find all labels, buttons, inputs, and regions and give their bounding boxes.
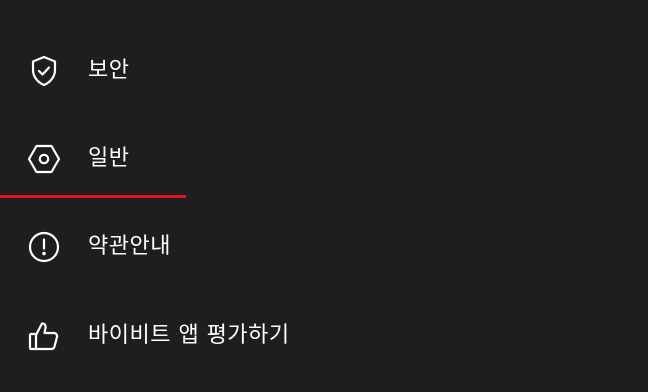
hex-nut-settings-icon	[26, 141, 62, 177]
shield-check-icon	[26, 53, 62, 89]
active-tab-indicator	[0, 195, 186, 198]
menu-item-label: 보안	[88, 58, 130, 83]
exclamation-circle-icon	[26, 229, 62, 265]
menu-item-label: 바이비트 앱 평가하기	[88, 323, 290, 348]
menu-item-label: 약관안내	[88, 234, 171, 259]
menu-item-rate-app[interactable]: 바이비트 앱 평가하기	[0, 292, 648, 380]
menu-item-terms[interactable]: 약관안내	[0, 203, 648, 291]
menu-item-general[interactable]: 일반	[0, 115, 648, 203]
settings-menu: 보안 일반 약관안내 바이비트 앱 평가하기	[0, 0, 648, 392]
menu-item-security[interactable]: 보안	[0, 27, 648, 115]
menu-item-label: 일반	[88, 146, 130, 171]
thumbs-up-icon	[26, 318, 62, 354]
